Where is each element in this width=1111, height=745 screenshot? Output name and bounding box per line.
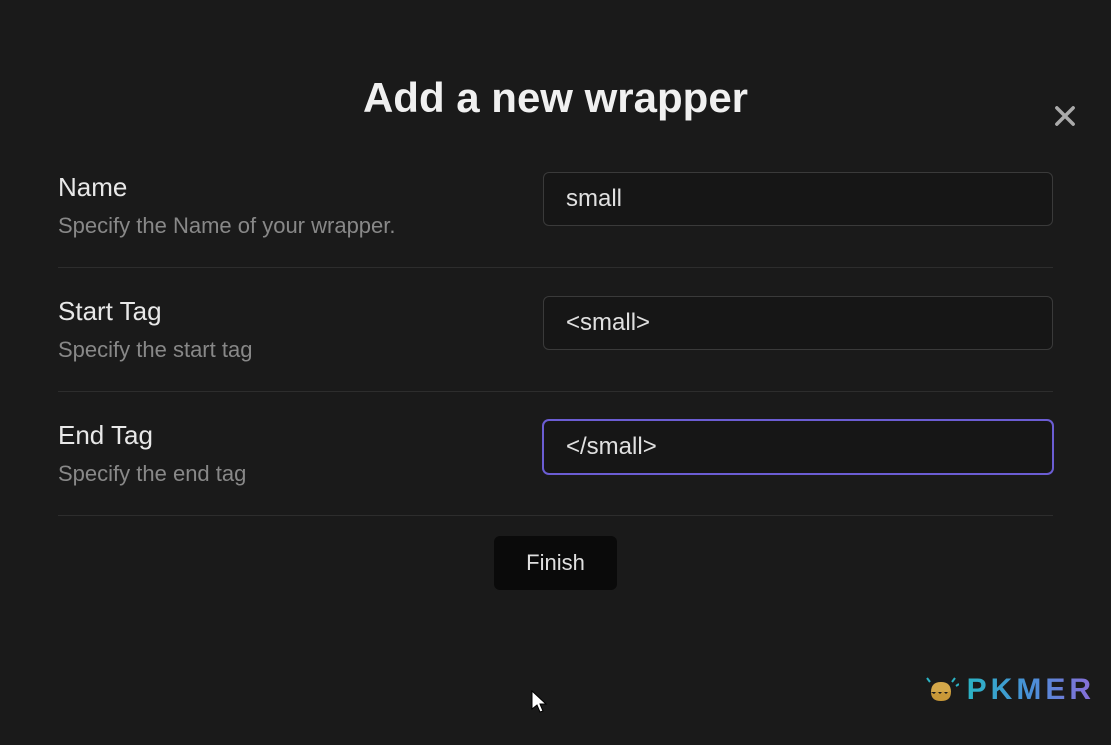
end-tag-description: Specify the end tag [58,461,543,487]
watermark-egg-icon [923,676,959,704]
name-row: Name Specify the Name of your wrapper. [58,172,1053,268]
start-tag-label: Start Tag [58,296,543,327]
end-tag-label: End Tag [58,420,543,451]
modal-title: Add a new wrapper [0,74,1111,122]
watermark: PKMER [923,673,1095,707]
finish-button[interactable]: Finish [494,536,617,590]
name-label: Name [58,172,543,203]
button-row: Finish [58,516,1053,590]
start-tag-row: Start Tag Specify the start tag [58,268,1053,392]
start-tag-input[interactable] [543,296,1053,350]
close-button[interactable] [1051,102,1083,134]
mouse-cursor-icon [530,689,550,715]
end-tag-row: End Tag Specify the end tag [58,392,1053,516]
end-tag-input[interactable] [543,420,1053,474]
watermark-text: PKMER [967,673,1095,707]
start-tag-description: Specify the start tag [58,337,543,363]
form-content: Name Specify the Name of your wrapper. S… [0,122,1111,590]
name-description: Specify the Name of your wrapper. [58,213,543,239]
name-input[interactable] [543,172,1053,226]
